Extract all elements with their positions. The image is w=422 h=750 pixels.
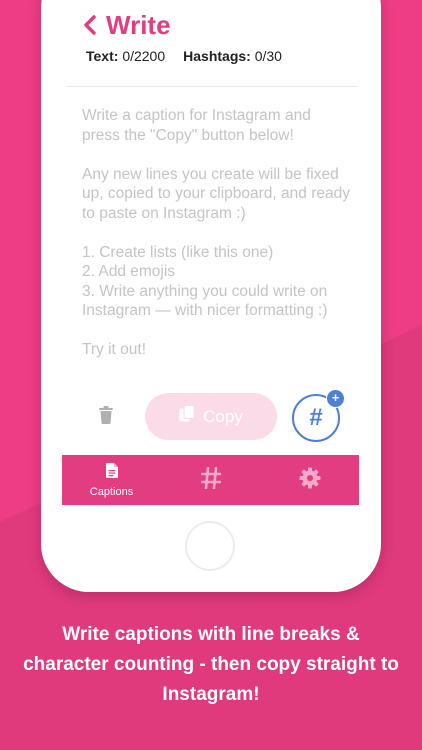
document-icon: [105, 462, 118, 483]
text-counter: Text: 0/2200: [86, 48, 166, 64]
trash-icon: [98, 405, 114, 429]
marketing-tagline: Write captions with line breaks & charac…: [23, 624, 399, 705]
hashtag-icon: #: [309, 404, 323, 431]
hashtag-icon: [200, 466, 221, 494]
plus-icon: +: [326, 389, 345, 408]
caption-input[interactable]: [82, 106, 352, 386]
tab-captions-label: Captions: [89, 485, 134, 498]
trash-button[interactable]: [94, 404, 118, 430]
tab-captions[interactable]: Captions: [62, 455, 161, 505]
tab-hashtags[interactable]: [161, 455, 260, 505]
counters: Text: 0/2200 Hashtags: 0/30: [86, 48, 282, 64]
page-title: Write: [106, 9, 171, 40]
divider: [66, 86, 358, 87]
nav-header: Write: [82, 8, 171, 42]
home-button[interactable]: [185, 521, 235, 571]
gear-icon: [299, 467, 321, 494]
back-chevron-icon[interactable]: [82, 14, 98, 36]
tab-bar: Captions: [62, 455, 359, 505]
copy-icon: [179, 405, 195, 428]
hashtag-counter: Hashtags: 0/30: [183, 48, 282, 64]
copy-button[interactable]: Copy: [145, 393, 277, 440]
tab-settings[interactable]: [260, 455, 359, 505]
copy-button-label: Copy: [203, 406, 243, 426]
